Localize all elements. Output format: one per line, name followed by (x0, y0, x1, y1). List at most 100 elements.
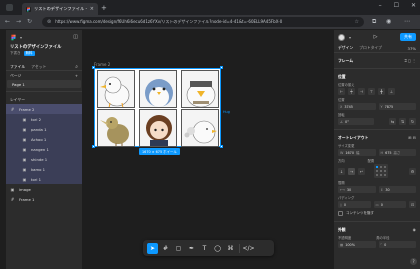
dev-mode-icon[interactable]: </> (242, 243, 254, 254)
minimize-button[interactable]: – (379, 2, 382, 9)
y-field[interactable]: Y 7875 (378, 103, 416, 110)
tab-assets[interactable]: アセット (31, 64, 46, 70)
add-page-icon[interactable]: + (75, 73, 78, 78)
width-field[interactable]: W 1670 幅 (338, 149, 376, 156)
resize-handle[interactable] (220, 145, 223, 148)
opacity-field[interactable]: ▦ 100% (338, 241, 376, 248)
help-icon[interactable]: ? (410, 258, 417, 265)
layer-item[interactable]: ▣ nangen 1 (6, 144, 82, 154)
tab-close-icon[interactable]: × (90, 6, 94, 12)
sticker-bird-dust[interactable] (181, 109, 219, 147)
resize-handle[interactable] (220, 66, 223, 69)
padding-horizontal-field[interactable]: ▯ 0 (338, 201, 371, 208)
image-layer-icon: ▣ (22, 146, 27, 152)
profile-icon[interactable]: ◉ (386, 18, 391, 25)
gap-vertical-field[interactable]: ↕ 30 (378, 186, 416, 193)
align-left-icon[interactable]: ⊢ (338, 88, 345, 95)
forward-icon[interactable]: → (16, 18, 21, 25)
layer-item[interactable]: ▣ tori 2 (6, 114, 82, 124)
chevron-down-icon[interactable]: ▾ (20, 35, 22, 40)
radius-field[interactable]: ⌜ 0 (378, 241, 416, 248)
chevron-down-icon[interactable]: ▾ (349, 35, 351, 40)
frame-2[interactable] (94, 68, 221, 147)
frame-options-icon[interactable]: ⌗ ◻ ⋮ (404, 58, 416, 63)
x-field[interactable]: X 3745 (338, 103, 376, 110)
sticker-penguin[interactable] (139, 70, 177, 108)
shape-tool-icon[interactable]: ▢ (173, 243, 184, 254)
url-field[interactable]: ⊜ https://www.figma.com/design/f6Uh6i6ec… (42, 17, 364, 27)
frame-tool-icon[interactable]: # (160, 243, 171, 254)
tab-files[interactable]: ファイル (10, 64, 25, 70)
align-bottom-icon[interactable]: ⊥ (388, 88, 395, 95)
actions-tool-icon[interactable]: ⌘ (225, 243, 236, 254)
layer-item[interactable]: ▣ panda 1 (6, 124, 82, 134)
close-window-button[interactable]: ✕ (411, 2, 416, 9)
layer-item[interactable]: # Frame 1 (6, 194, 82, 204)
browser-menu-icon[interactable]: ⋯ (404, 18, 410, 25)
browser-tab[interactable]: リストのデザインファイル – Figma × (22, 3, 98, 15)
panel-toggle-icon[interactable]: ◫ (73, 34, 78, 40)
layer-item[interactable]: ▣ image (6, 184, 82, 194)
flip-h-icon[interactable]: ⇆ (389, 118, 396, 125)
rotation-field[interactable]: ∠ 0° (338, 118, 374, 125)
image-layer-icon: ▣ (22, 176, 27, 182)
pages-label: ページ (10, 72, 22, 78)
layer-item[interactable]: ▣ tori 1 (6, 174, 82, 184)
align-top-icon[interactable]: ⊤ (368, 88, 375, 95)
clip-content-checkbox[interactable] (338, 211, 343, 216)
padding-vertical-field[interactable]: ▭ 0 (373, 201, 406, 208)
zoom-level[interactable]: 37% (408, 46, 416, 51)
avatar[interactable] (338, 33, 345, 41)
reload-icon[interactable]: ↻ (27, 18, 32, 25)
height-field[interactable]: H 675 高さ (378, 149, 416, 156)
comment-tool-icon[interactable]: ◯ (212, 243, 223, 254)
extensions-icon[interactable]: ⧉ (372, 18, 376, 26)
gap-horizontal-field[interactable]: ⟷ 30 (338, 186, 376, 193)
site-info-icon[interactable]: ⊜ (47, 19, 51, 25)
page-item[interactable]: Page 1 (7, 80, 81, 88)
new-tab-button[interactable]: + (101, 4, 107, 12)
advanced-settings-icon[interactable]: ⚙ (409, 167, 416, 175)
text-tool-icon[interactable]: T (199, 243, 210, 254)
back-icon[interactable]: ← (5, 18, 10, 25)
resize-handle[interactable] (92, 66, 95, 69)
project-title[interactable]: リストのデザインファイル (10, 44, 78, 50)
visibility-icon[interactable]: ◉ (413, 227, 416, 232)
sticker-kiwi[interactable] (97, 109, 135, 147)
share-button[interactable]: 共有 (400, 33, 416, 41)
present-icon[interactable]: ▷ (374, 34, 378, 40)
sticker-bird-glasses[interactable] (181, 70, 219, 108)
move-tool-icon[interactable]: ➤ (147, 242, 158, 254)
align-right-icon[interactable]: ⊣ (358, 88, 365, 95)
autolayout-options-icon[interactable]: ⊞ ⊟ (408, 135, 416, 140)
wrap-icon[interactable]: ↩ (358, 167, 365, 175)
canvas[interactable]: Frame 2 Hug 1670 × 675 ホイール (83, 30, 333, 269)
layer-item[interactable]: ▣ Achoo 1 (6, 134, 82, 144)
sticker-duck[interactable] (97, 70, 135, 108)
direction-right-icon[interactable]: → (348, 167, 355, 175)
alignment-grid[interactable] (374, 164, 388, 178)
pen-tool-icon[interactable]: ✒ (186, 243, 197, 254)
align2-label: 配置 (367, 158, 375, 163)
layer-label: tori 2 (31, 116, 42, 122)
tab-menu-icon[interactable] (6, 4, 13, 11)
layer-item[interactable]: ▣ shinde 1 (6, 154, 82, 164)
figma-menu-icon[interactable] (10, 34, 17, 41)
maximize-button[interactable]: ☐ (394, 2, 399, 9)
flip-v-icon[interactable]: ⇅ (399, 118, 406, 125)
search-icon[interactable]: ⌕ (75, 64, 78, 70)
align-middle-icon[interactable]: ╋ (378, 88, 385, 95)
align-center-icon[interactable]: ┿ (348, 88, 355, 95)
rotate-icon[interactable]: ↻ (409, 118, 416, 125)
frame-section-label[interactable]: フレーム (338, 58, 353, 64)
direction-down-icon[interactable]: ↓ (338, 167, 345, 175)
resize-handle[interactable] (92, 145, 95, 148)
tab-design[interactable]: デザイン (338, 45, 353, 51)
sticker-girl[interactable] (139, 109, 177, 147)
layer-item[interactable]: # Frame 2 (6, 104, 82, 114)
star-icon[interactable]: ☆ (355, 19, 359, 25)
frame-label[interactable]: Frame 2 (94, 62, 110, 67)
layer-item[interactable]: ▣ kamo 1 (6, 164, 82, 174)
padding-individual-icon[interactable]: ⊡ (409, 201, 416, 208)
tab-prototype[interactable]: プロトタイプ (359, 45, 382, 51)
